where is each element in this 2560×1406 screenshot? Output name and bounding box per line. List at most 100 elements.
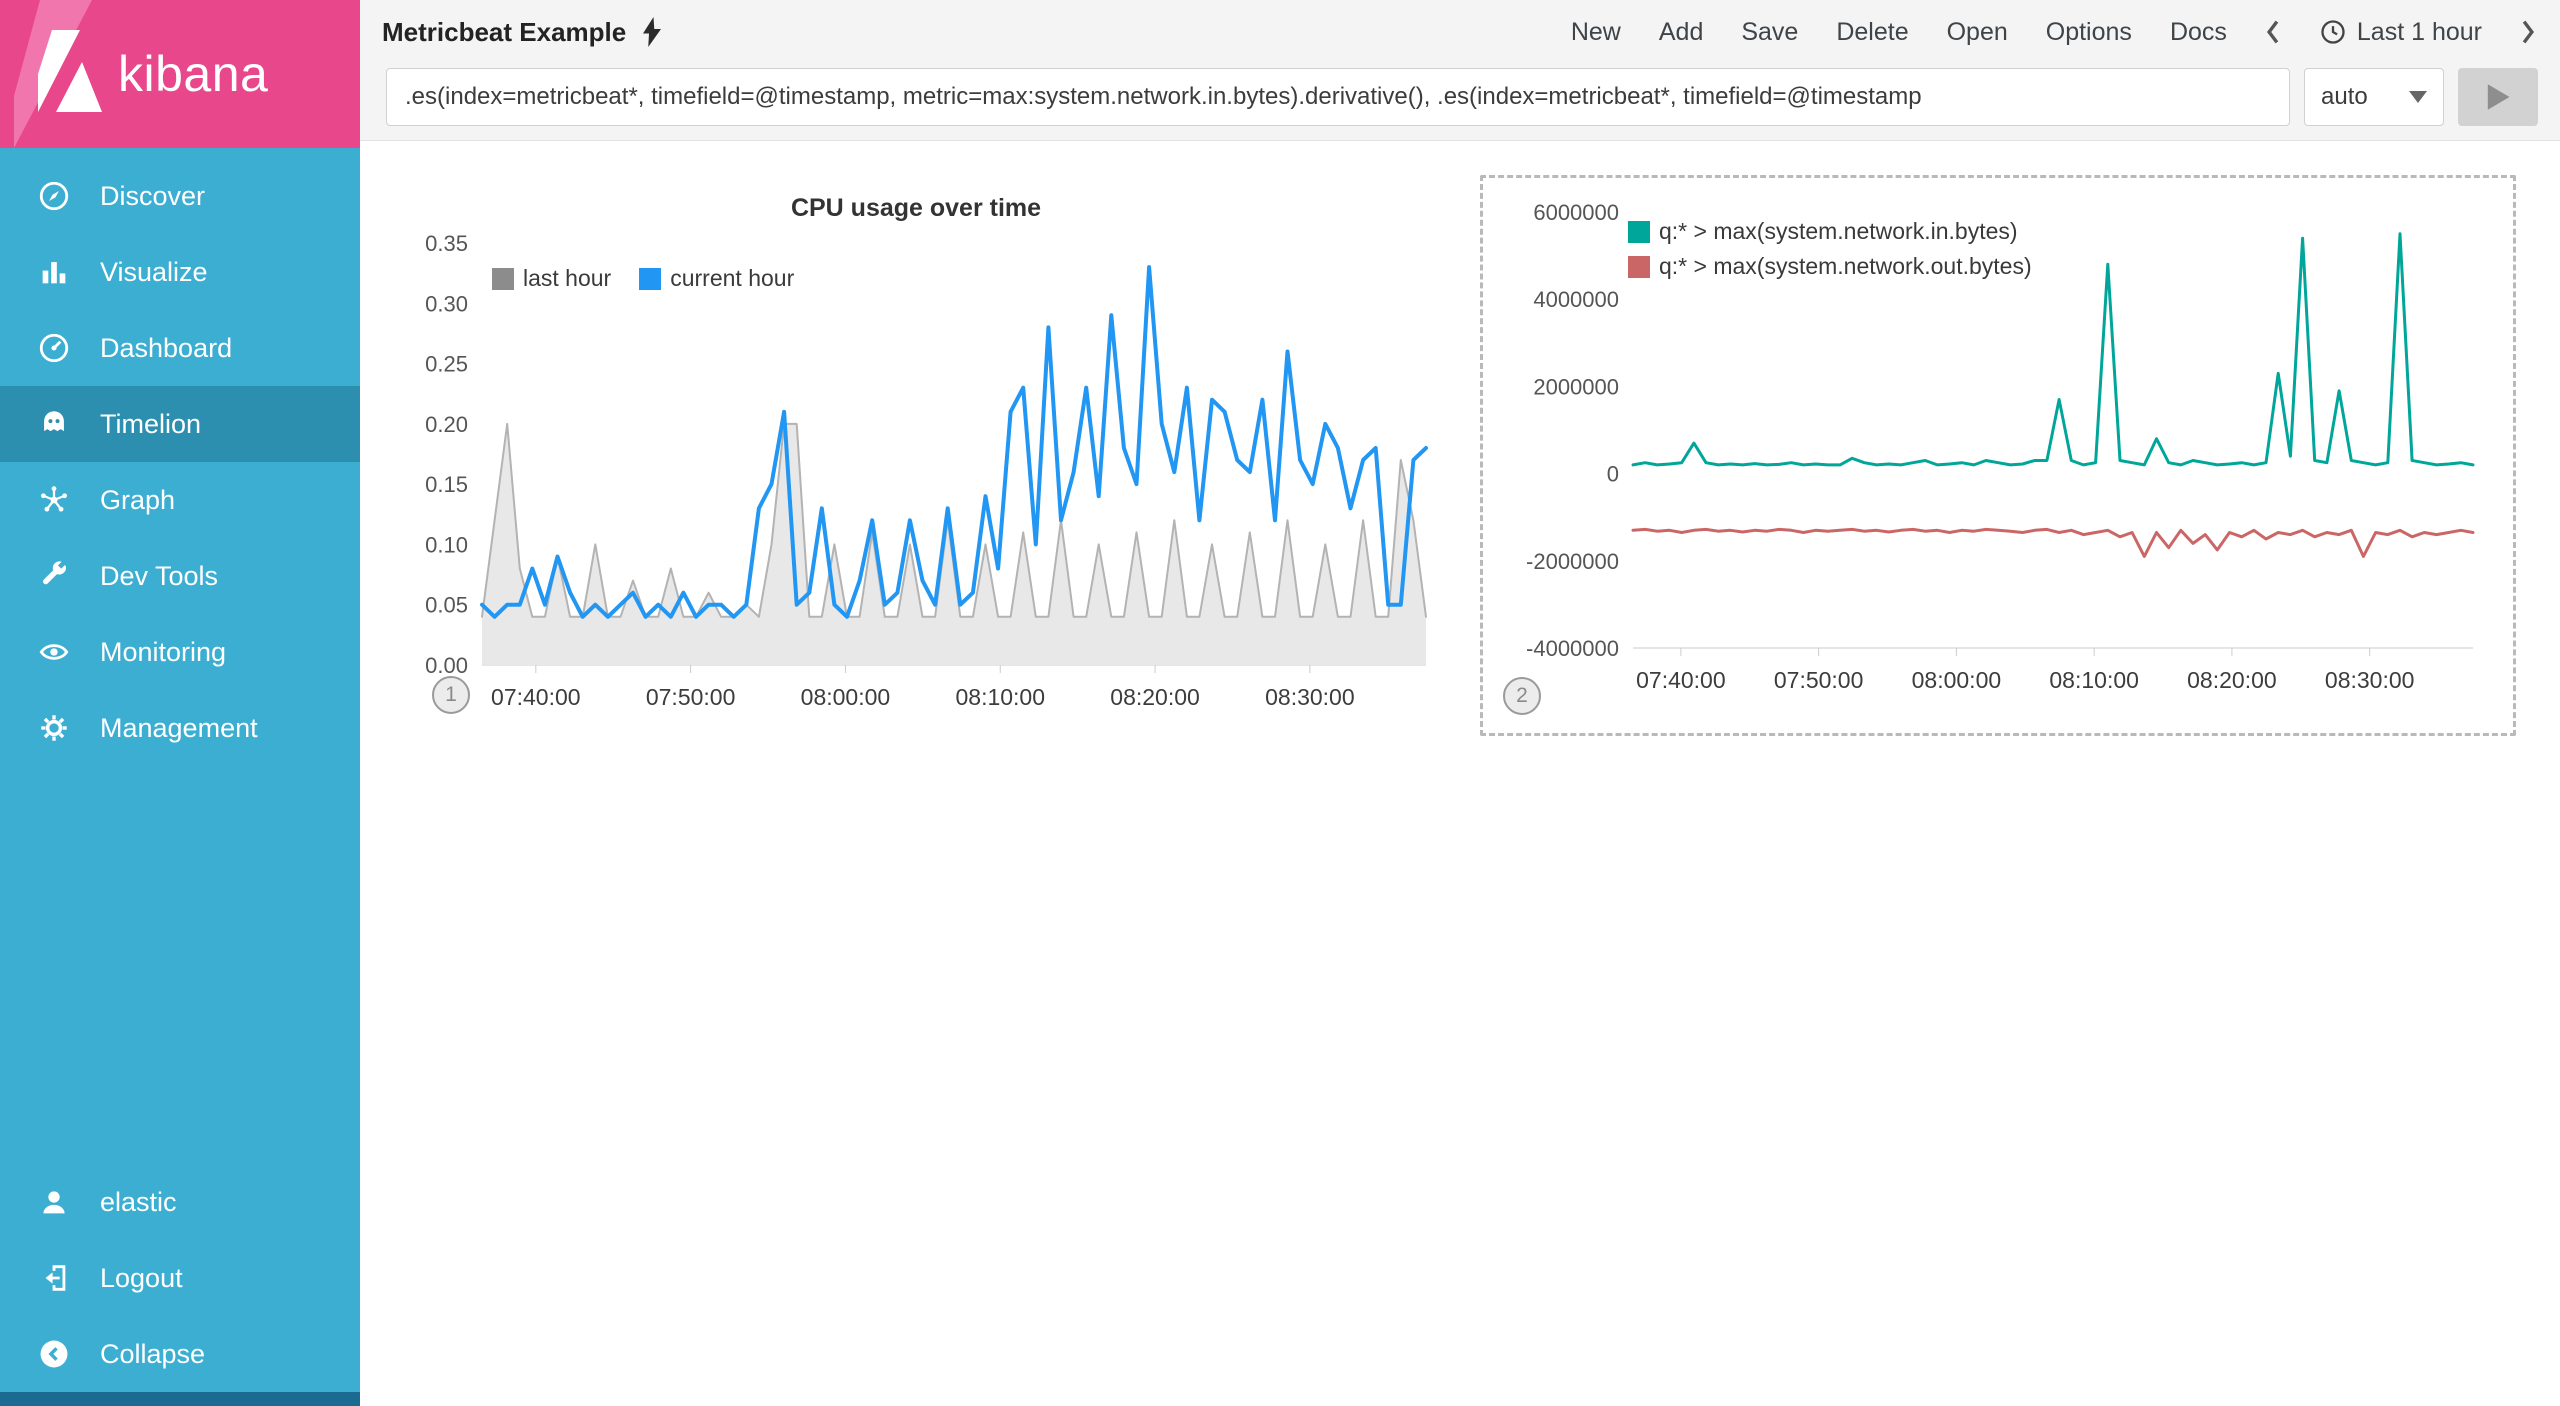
svg-text:08:10:00: 08:10:00 xyxy=(955,684,1045,710)
panel-number-badge: 2 xyxy=(1503,677,1541,715)
timelion-panel-1[interactable]: CPU usage over time 0.00 0.05 0.10 0.15 0.20… xyxy=(396,175,1436,734)
nav-delete[interactable]: Delete xyxy=(1836,18,1908,47)
sidebar: kibana Discover Visualize Dashboard Time… xyxy=(0,0,360,1406)
nav-options[interactable]: Options xyxy=(2046,18,2132,47)
sidebar-item-management[interactable]: Management xyxy=(0,690,360,766)
svg-text:0.05: 0.05 xyxy=(425,593,468,618)
nav-docs[interactable]: Docs xyxy=(2170,18,2227,47)
nav-open[interactable]: Open xyxy=(1947,18,2008,47)
chevron-right-icon xyxy=(2522,20,2535,44)
time-back-button[interactable] xyxy=(2265,19,2281,45)
timelion-sheet: CPU usage over time 0.00 0.05 0.10 0.15 0.20… xyxy=(360,141,2560,1406)
sidebar-nav: Discover Visualize Dashboard Timelion Gr… xyxy=(0,148,360,1164)
chart-legend: q:* > max(system.network.in.bytes) q:* > … xyxy=(1628,218,2032,280)
collapse-icon xyxy=(34,1334,74,1374)
kibana-logo-icon xyxy=(14,0,102,148)
chevron-down-icon xyxy=(2409,91,2427,103)
top-bar: Metricbeat Example New Add Save Delete O… xyxy=(360,0,2560,64)
compass-icon xyxy=(34,176,74,216)
svg-text:-4000000: -4000000 xyxy=(1526,636,1619,661)
bar-chart-icon xyxy=(34,252,74,292)
sidebar-item-monitoring[interactable]: Monitoring xyxy=(0,614,360,690)
play-icon xyxy=(2487,84,2510,110)
sidebar-item-graph[interactable]: Graph xyxy=(0,462,360,538)
svg-text:08:30:00: 08:30:00 xyxy=(1265,684,1355,710)
sheet-title-text: Metricbeat Example xyxy=(382,16,627,47)
nav-save[interactable]: Save xyxy=(1741,18,1798,47)
svg-text:08:00:00: 08:00:00 xyxy=(1912,667,2002,693)
sidebar-item-discover[interactable]: Discover xyxy=(0,158,360,234)
nav-add[interactable]: Add xyxy=(1659,18,1703,47)
sidebar-item-timelion[interactable]: Timelion xyxy=(0,386,360,462)
svg-text:-2000000: -2000000 xyxy=(1526,549,1619,574)
sidebar-item-dev-tools[interactable]: Dev Tools xyxy=(0,538,360,614)
svg-text:0.20: 0.20 xyxy=(425,412,468,437)
clock-icon xyxy=(2321,20,2345,44)
timepicker-label: Last 1 hour xyxy=(2356,17,2482,46)
legend-label: last hour xyxy=(523,265,612,291)
sidebar-item-dashboard[interactable]: Dashboard xyxy=(0,310,360,386)
sidebar-item-logout[interactable]: Logout xyxy=(0,1240,360,1316)
svg-text:08:00:00: 08:00:00 xyxy=(801,684,891,710)
svg-text:2000000: 2000000 xyxy=(1533,374,1619,399)
wrench-icon xyxy=(34,556,74,596)
sidebar-item-label: Collapse xyxy=(100,1338,206,1369)
user-icon xyxy=(34,1182,74,1222)
sidebar-item-label: elastic xyxy=(100,1186,177,1217)
svg-text:07:50:00: 07:50:00 xyxy=(1774,667,1864,693)
sidebar-item-label: Discover xyxy=(100,180,206,211)
svg-text:07:40:00: 07:40:00 xyxy=(1636,667,1726,693)
sidebar-item-label: Graph xyxy=(100,484,176,515)
svg-text:0.15: 0.15 xyxy=(425,472,468,497)
svg-text:08:20:00: 08:20:00 xyxy=(1110,684,1200,710)
kibana-logo[interactable]: kibana xyxy=(0,0,360,148)
main-area: Metricbeat Example New Add Save Delete O… xyxy=(360,0,2560,1406)
sidebar-item-label: Monitoring xyxy=(100,636,227,667)
svg-text:08:10:00: 08:10:00 xyxy=(2049,667,2139,693)
sidebar-item-user[interactable]: elastic xyxy=(0,1164,360,1240)
sidebar-bottom-strip xyxy=(0,1392,360,1406)
chart-title: CPU usage over time xyxy=(790,194,1042,222)
legend-swatch xyxy=(639,267,662,290)
interval-select[interactable]: auto xyxy=(2304,68,2444,126)
lightning-bolt-icon xyxy=(643,17,662,47)
chart-legend: last hour current hour xyxy=(492,265,794,292)
svg-text:0.25: 0.25 xyxy=(425,352,468,377)
sidebar-item-label: Visualize xyxy=(100,256,208,287)
svg-text:0.35: 0.35 xyxy=(425,231,468,256)
kibana-wordmark: kibana xyxy=(118,46,269,102)
panel-number-badge: 1 xyxy=(432,676,470,714)
sidebar-item-label: Timelion xyxy=(100,408,202,439)
play-button[interactable] xyxy=(2458,68,2538,126)
legend-swatch xyxy=(492,267,514,290)
sidebar-item-visualize[interactable]: Visualize xyxy=(0,234,360,310)
time-forward-button[interactable] xyxy=(2520,19,2536,45)
legend-label: current hour xyxy=(670,265,795,291)
legend-swatch xyxy=(1628,255,1650,278)
legend-label: q:* > max(system.network.out.bytes) xyxy=(1659,253,2032,279)
svg-text:07:50:00: 07:50:00 xyxy=(646,684,736,710)
legend-item[interactable]: q:* > max(system.network.in.bytes) xyxy=(1628,218,2032,245)
timelion-icon xyxy=(34,404,74,444)
sidebar-item-label: Dev Tools xyxy=(100,560,219,591)
legend-item[interactable]: current hour xyxy=(639,265,794,292)
top-nav: New Add Save Delete Open Options Docs La… xyxy=(1571,18,2536,47)
svg-text:0.10: 0.10 xyxy=(425,532,468,557)
legend-item[interactable]: q:* > max(system.network.out.bytes) xyxy=(1628,253,2032,280)
sidebar-item-label: Logout xyxy=(100,1262,183,1293)
eye-icon xyxy=(34,632,74,672)
cpu-usage-chart: 0.00 0.05 0.10 0.15 0.20 0.25 0.30 0.35 07:40:00… xyxy=(425,231,1428,710)
sidebar-item-collapse[interactable]: Collapse xyxy=(0,1316,360,1392)
timelion-panel-2[interactable]: 6000000 4000000 2000000 0 -2000000 -4000000 07… xyxy=(1480,175,2516,736)
nav-new[interactable]: New xyxy=(1571,18,1621,47)
timelion-query-input[interactable] xyxy=(386,68,2290,126)
legend-item[interactable]: last hour xyxy=(492,265,611,292)
svg-text:08:30:00: 08:30:00 xyxy=(2325,667,2415,693)
logout-icon xyxy=(34,1258,74,1298)
chevron-left-icon xyxy=(2266,20,2279,44)
sheet-title: Metricbeat Example xyxy=(382,17,664,48)
timepicker[interactable]: Last 1 hour xyxy=(2319,18,2482,47)
svg-text:0.00: 0.00 xyxy=(425,653,468,678)
gear-icon xyxy=(34,708,74,748)
interval-value: auto xyxy=(2321,83,2368,110)
